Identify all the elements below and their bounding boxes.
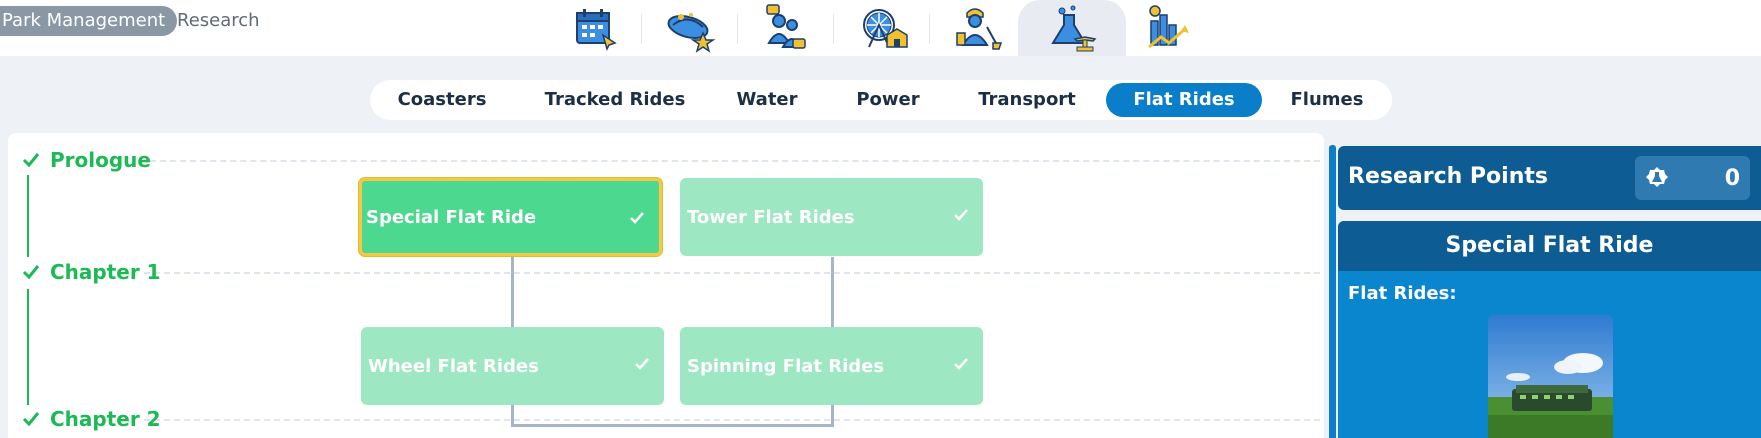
finance-chart-icon [1148, 5, 1189, 49]
tab-staff[interactable] [933, 0, 1023, 56]
tab-water[interactable]: Water [727, 83, 807, 117]
breadcrumb-parent[interactable]: Park Management [0, 6, 178, 36]
tab-tracked-rides[interactable]: Tracked Rides [535, 83, 695, 117]
chapter-progress-line [27, 175, 29, 257]
tab-flumes[interactable]: Flumes [1282, 83, 1372, 117]
check-icon [630, 212, 644, 224]
tree-connector [831, 257, 834, 327]
tab-rides[interactable] [645, 0, 735, 56]
research-node-wheel-flat-rides[interactable]: Wheel Flat Rides [361, 327, 664, 405]
tree-connector [511, 257, 514, 327]
research-detail-panel: Special Flat Ride Flat Rides: [1338, 221, 1761, 438]
research-points-title: Research Points [1348, 164, 1548, 189]
chapter-label: Chapter 2 [50, 407, 161, 431]
ride-preview-image [1488, 315, 1613, 438]
chapter-label: Prologue [50, 148, 151, 172]
breadcrumb-current: Research [177, 10, 260, 31]
check-icon [22, 265, 40, 280]
chapter-prologue[interactable]: Prologue [22, 147, 151, 173]
research-tree: Prologue Chapter 1 Chapter 2 Special Fla… [8, 133, 1324, 438]
guests-icon [766, 4, 806, 49]
chapter-progress-line [27, 289, 29, 405]
node-label: Tower Flat Rides [687, 206, 855, 228]
check-icon [954, 209, 968, 221]
chapter-2[interactable]: Chapter 2 [22, 406, 161, 432]
tab-flat-rides[interactable]: Flat Rides [1106, 83, 1262, 117]
tab-guests[interactable] [741, 0, 831, 56]
research-points-counter: 0 [1635, 156, 1750, 200]
tree-connector [511, 424, 834, 427]
tab-finance[interactable] [1123, 0, 1213, 56]
chapter-1[interactable]: Chapter 1 [22, 259, 161, 285]
research-flask-icon [1051, 5, 1097, 52]
tab-research[interactable] [1018, 0, 1126, 56]
research-node-tower-flat-rides[interactable]: Tower Flat Rides [680, 178, 983, 256]
ferris-wheel-shop-icon [863, 9, 908, 48]
tab-power[interactable]: Power [846, 83, 930, 117]
top-bar: Park Management Research [0, 0, 1761, 56]
tab-attractions[interactable] [837, 0, 927, 56]
detail-category-label: Flat Rides: [1348, 283, 1457, 304]
node-label: Special Flat Ride [366, 206, 537, 228]
research-points-icon [1646, 167, 1668, 187]
research-node-spinning-flat-rides[interactable]: Spinning Flat Rides [680, 327, 983, 405]
check-icon [635, 358, 649, 370]
panel-divider [1329, 145, 1336, 438]
ride-star-icon [667, 13, 716, 53]
chapter-label: Chapter 1 [50, 260, 161, 284]
detail-title: Special Flat Ride [1338, 221, 1761, 271]
check-icon [22, 153, 40, 168]
research-points-panel: Research Points 0 [1338, 146, 1761, 210]
calendar-icon [576, 9, 617, 52]
node-label: Spinning Flat Rides [687, 355, 885, 377]
staff-icon [956, 8, 1003, 50]
tab-transport[interactable]: Transport [967, 83, 1087, 117]
node-label: Wheel Flat Rides [368, 355, 539, 377]
check-icon [954, 358, 968, 370]
tab-calendar[interactable] [551, 0, 641, 56]
research-node-special-flat-ride[interactable]: Special Flat Ride [359, 178, 662, 256]
check-icon [22, 412, 40, 427]
research-points-value: 0 [1724, 166, 1740, 191]
tab-coasters[interactable]: Coasters [393, 83, 491, 117]
ride-thumbnail[interactable] [1488, 315, 1613, 438]
ride-category-tabs: Coasters Tracked Rides Water Power Trans… [370, 80, 1392, 120]
